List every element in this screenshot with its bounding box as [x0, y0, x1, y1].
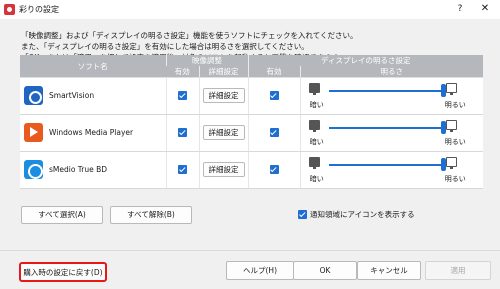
brightness-control: 暗い 明るい: [301, 81, 483, 111]
software-name: sMedio True BD: [49, 165, 108, 175]
brightness-slider[interactable]: [328, 83, 446, 97]
window-title: 彩りの設定: [19, 5, 59, 14]
dark-label: 暗い: [309, 174, 324, 183]
header-brightness: 明るさ: [299, 66, 484, 77]
header-video-adjust: 映像調整: [165, 55, 248, 66]
dark-monitor-icon: [308, 119, 320, 132]
header-video-enabled: 有効: [166, 66, 199, 77]
smartvision-icon: [24, 86, 43, 106]
bright-label: 明るい: [444, 174, 466, 183]
header-software-name: ソフト名: [20, 55, 166, 77]
header-display-enabled: 有効: [247, 66, 300, 77]
bright-label: 明るい: [444, 100, 466, 109]
select-all-button[interactable]: すべて選択(A): [21, 206, 103, 224]
reset-to-factory-button[interactable]: 購入時の設定に戻す(D): [19, 262, 107, 282]
bright-monitor-icon: [445, 156, 457, 169]
dark-label: 暗い: [309, 137, 324, 146]
dark-label: 暗い: [309, 100, 324, 109]
brightness-slider[interactable]: [328, 157, 446, 171]
close-button[interactable]: ✕: [474, 2, 496, 16]
brightness-slider[interactable]: [328, 120, 446, 134]
display-enabled-checkbox[interactable]: [269, 165, 279, 175]
help-button[interactable]: ヘルプ(H): [226, 261, 294, 280]
help-title-button[interactable]: ?: [451, 2, 469, 16]
instruction-line-2: また、「ディスプレイの明るさ設定」を有効にした場合は明るさを選択してください。: [21, 42, 309, 51]
title-bar: 彩りの設定 ? ✕: [0, 0, 500, 18]
table-row: sMedio True BD 詳細設定 暗い 明るい: [20, 152, 484, 189]
dark-monitor-icon: [308, 156, 320, 169]
tray-icon-label: 通知領域にアイコンを表示する: [310, 210, 415, 219]
app-icon: [4, 4, 15, 15]
software-table: ソフト名 映像調整 ディスプレイの明るさ設定 有効 詳細設定 有効 明るさ Sm…: [20, 55, 484, 189]
video-enabled-checkbox[interactable]: [178, 128, 187, 138]
ok-button[interactable]: OK: [293, 261, 357, 280]
display-enabled-checkbox[interactable]: [269, 91, 279, 101]
dark-monitor-icon: [308, 82, 320, 95]
video-enabled-checkbox[interactable]: [178, 91, 187, 101]
table-row: Windows Media Player 詳細設定 暗い 明るい: [20, 115, 484, 152]
display-enabled-checkbox[interactable]: [269, 128, 279, 138]
brightness-control: 暗い 明るい: [301, 155, 483, 185]
smedio-true-bd-icon: [24, 160, 43, 180]
divider: [0, 250, 500, 251]
header-video-details: 詳細設定: [198, 66, 248, 77]
bright-monitor-icon: [445, 119, 457, 132]
tray-icon-checkbox[interactable]: [298, 210, 307, 219]
tray-icon-option[interactable]: 通知領域にアイコンを表示する: [298, 209, 415, 220]
bright-label: 明るい: [444, 137, 466, 146]
details-button[interactable]: 詳細設定: [202, 125, 245, 141]
table-row: SmartVision 詳細設定 暗い 明るい: [20, 78, 484, 115]
software-name: SmartVision: [49, 91, 95, 101]
details-button[interactable]: 詳細設定: [202, 88, 245, 104]
windows-media-player-icon: [24, 123, 43, 143]
apply-button[interactable]: 適用: [425, 261, 491, 280]
instruction-line-1: 「映像調整」および「ディスプレイの明るさ設定」機能を使うソフトにチェックを入れて…: [21, 31, 358, 40]
cancel-button[interactable]: キャンセル: [357, 261, 421, 280]
details-button[interactable]: 詳細設定: [202, 162, 245, 178]
bright-monitor-icon: [445, 82, 457, 95]
video-enabled-checkbox[interactable]: [178, 165, 187, 175]
brightness-control: 暗い 明るい: [301, 118, 483, 148]
software-name: Windows Media Player: [49, 128, 134, 138]
header-display-brightness: ディスプレイの明るさ設定: [247, 55, 484, 66]
deselect-all-button[interactable]: すべて解除(B): [110, 206, 192, 224]
